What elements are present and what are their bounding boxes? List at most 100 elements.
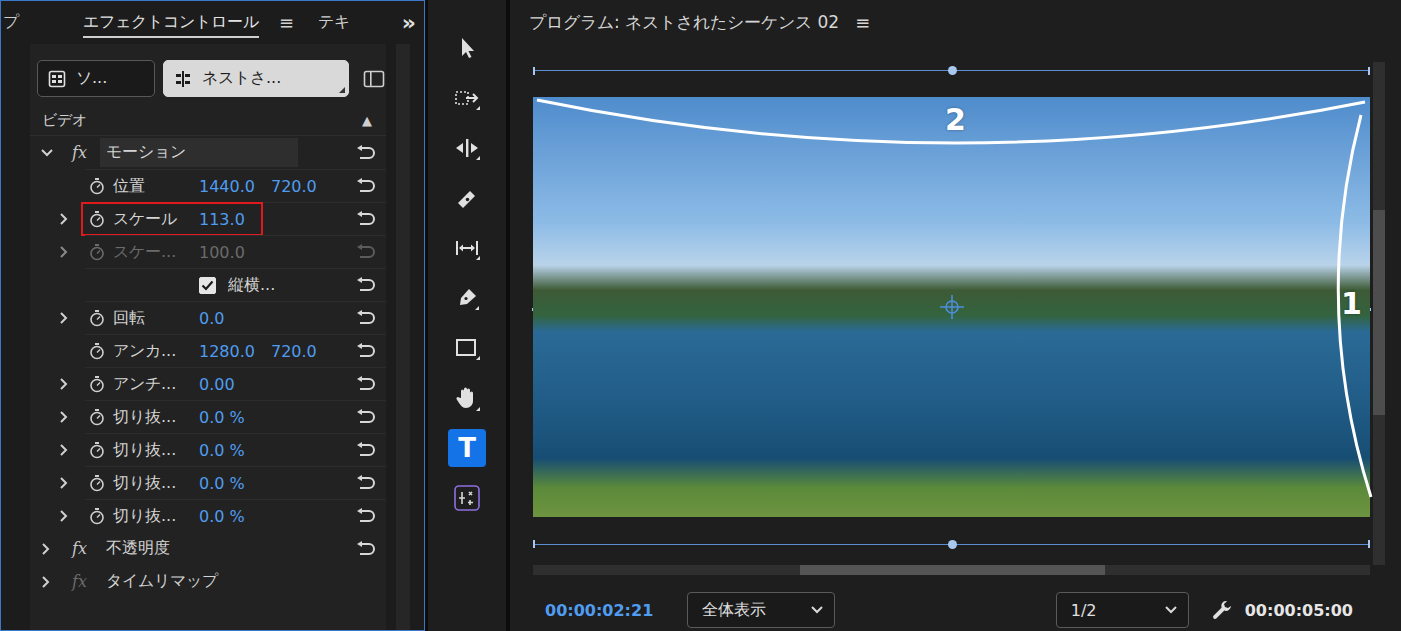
reset-icon[interactable] xyxy=(355,475,377,491)
panel-tab[interactable]: テキ xyxy=(316,12,352,33)
transform-bounding-box[interactable]: 12 xyxy=(533,70,1370,545)
effect-row[interactable]: 回転0.0 xyxy=(30,301,386,334)
anchor-point-icon[interactable] xyxy=(939,294,965,320)
effect-row[interactable]: fx不透明度 xyxy=(30,532,386,565)
reset-icon[interactable] xyxy=(355,508,377,524)
tool-button[interactable] xyxy=(448,279,486,317)
reset-icon[interactable] xyxy=(355,178,377,194)
effect-row[interactable]: スケー...100.0 xyxy=(30,235,386,268)
expand-toggle[interactable] xyxy=(30,202,85,235)
wrench-icon[interactable] xyxy=(1211,599,1233,621)
reset-icon[interactable] xyxy=(355,409,377,425)
corner-handle[interactable] xyxy=(1368,540,1370,548)
stopwatch-icon[interactable] xyxy=(89,309,105,327)
expand-toggle[interactable] xyxy=(30,334,85,367)
effect-row[interactable]: 位置1440.0720.0 xyxy=(30,169,386,202)
stopwatch-icon[interactable] xyxy=(89,474,105,492)
tool-button[interactable] xyxy=(448,29,486,67)
video-section-header[interactable]: ビデオ▲ xyxy=(30,105,386,136)
expand-toggle[interactable] xyxy=(30,400,85,433)
stopwatch-icon[interactable] xyxy=(89,243,105,261)
zoom-dropdown[interactable]: 全体表示 xyxy=(687,592,835,628)
effect-row[interactable]: 切り抜...0.0 % xyxy=(30,400,386,433)
property-value[interactable]: 0.0 % xyxy=(199,507,245,526)
effect-row[interactable]: fxタイムリマップ xyxy=(30,565,386,598)
scrollbar-thumb[interactable] xyxy=(800,565,1105,575)
effect-row[interactable]: 縦横... xyxy=(30,268,386,301)
timeline-view-toggle-icon[interactable] xyxy=(363,70,385,88)
property-value[interactable]: 1280.0 xyxy=(199,342,255,361)
property-value[interactable]: 720.0 xyxy=(271,342,317,361)
property-value[interactable]: 0.0 xyxy=(199,309,224,328)
tool-button[interactable] xyxy=(448,379,486,417)
effect-row[interactable]: アンチ...0.00 xyxy=(30,367,386,400)
expand-toggle[interactable] xyxy=(30,367,85,400)
panel-tab[interactable]: プ xyxy=(1,12,21,33)
property-value[interactable]: 0.0 % xyxy=(199,474,245,493)
monitor-vertical-scrollbar[interactable] xyxy=(1373,62,1385,565)
edge-handle[interactable] xyxy=(948,66,957,75)
uniform-scale-checkbox[interactable] xyxy=(199,277,216,294)
tool-button[interactable] xyxy=(448,479,486,517)
reset-icon[interactable] xyxy=(355,541,377,557)
expand-toggle[interactable] xyxy=(30,147,66,159)
edge-handle[interactable] xyxy=(948,540,957,549)
tool-button[interactable] xyxy=(448,179,486,217)
expand-toggle[interactable] xyxy=(30,575,66,589)
stopwatch-icon[interactable] xyxy=(89,441,105,459)
fx-toggle[interactable]: fx xyxy=(72,539,94,558)
property-value[interactable]: 113.0 xyxy=(199,210,245,229)
effect-row[interactable]: アンカ...1280.0720.0 xyxy=(30,334,386,367)
reset-icon[interactable] xyxy=(355,343,377,359)
corner-handle[interactable] xyxy=(1368,67,1370,75)
stopwatch-icon[interactable] xyxy=(89,177,105,195)
effect-row[interactable]: スケール113.0 xyxy=(30,202,386,235)
monitor-horizontal-scrollbar[interactable] xyxy=(533,565,1370,575)
expand-toggle[interactable] xyxy=(30,542,66,556)
scrollbar-thumb[interactable] xyxy=(1373,210,1385,415)
corner-handle[interactable] xyxy=(533,67,535,75)
corner-handle[interactable] xyxy=(533,540,535,548)
effect-row[interactable]: fxモーション xyxy=(30,136,386,169)
playhead-timecode[interactable]: 00:00:02:21 xyxy=(545,601,653,620)
tool-button[interactable] xyxy=(448,79,486,117)
clip-button[interactable]: ネストさ... xyxy=(163,60,349,97)
monitor-menu-icon[interactable]: ≡ xyxy=(855,12,870,33)
property-value[interactable]: 0.0 % xyxy=(199,408,245,427)
expand-toggle[interactable] xyxy=(30,499,85,532)
tool-button[interactable] xyxy=(448,329,486,367)
stopwatch-icon[interactable] xyxy=(89,408,105,426)
reset-icon[interactable] xyxy=(355,211,377,227)
panel-tab[interactable]: エフェクトコントロール xyxy=(81,12,261,33)
collapse-icon[interactable]: ▲ xyxy=(362,113,372,128)
tool-button[interactable]: T xyxy=(448,429,486,467)
tool-button[interactable] xyxy=(448,129,486,167)
expand-toggle[interactable] xyxy=(30,433,85,466)
stopwatch-icon[interactable] xyxy=(89,342,105,360)
property-value[interactable]: 0.0 % xyxy=(199,441,245,460)
panel-menu-icon[interactable]: ≡ xyxy=(279,12,294,33)
expand-toggle[interactable] xyxy=(30,301,85,334)
clip-button[interactable]: ソ... xyxy=(37,60,155,97)
reset-icon[interactable] xyxy=(355,244,377,260)
panel-scrollbar[interactable] xyxy=(396,44,410,630)
reset-icon[interactable] xyxy=(355,277,377,293)
stopwatch-icon[interactable] xyxy=(89,507,105,525)
property-value[interactable]: 720.0 xyxy=(271,177,317,196)
property-value[interactable]: 100.0 xyxy=(199,243,245,262)
panel-overflow-icon[interactable]: » xyxy=(402,10,416,35)
expand-toggle[interactable] xyxy=(30,169,85,202)
reset-icon[interactable] xyxy=(355,376,377,392)
tool-button[interactable] xyxy=(448,229,486,267)
reset-icon[interactable] xyxy=(355,310,377,326)
expand-toggle[interactable] xyxy=(30,235,85,268)
reset-icon[interactable] xyxy=(355,145,377,161)
effect-row[interactable]: 切り抜...0.0 % xyxy=(30,466,386,499)
stopwatch-icon[interactable] xyxy=(89,210,105,228)
stopwatch-icon[interactable] xyxy=(89,375,105,393)
effect-row[interactable]: 切り抜...0.0 % xyxy=(30,433,386,466)
effect-row[interactable]: 切り抜...0.0 % xyxy=(30,499,386,532)
reset-icon[interactable] xyxy=(355,442,377,458)
property-value[interactable]: 1440.0 xyxy=(199,177,255,196)
fx-toggle[interactable]: fx xyxy=(72,143,94,162)
